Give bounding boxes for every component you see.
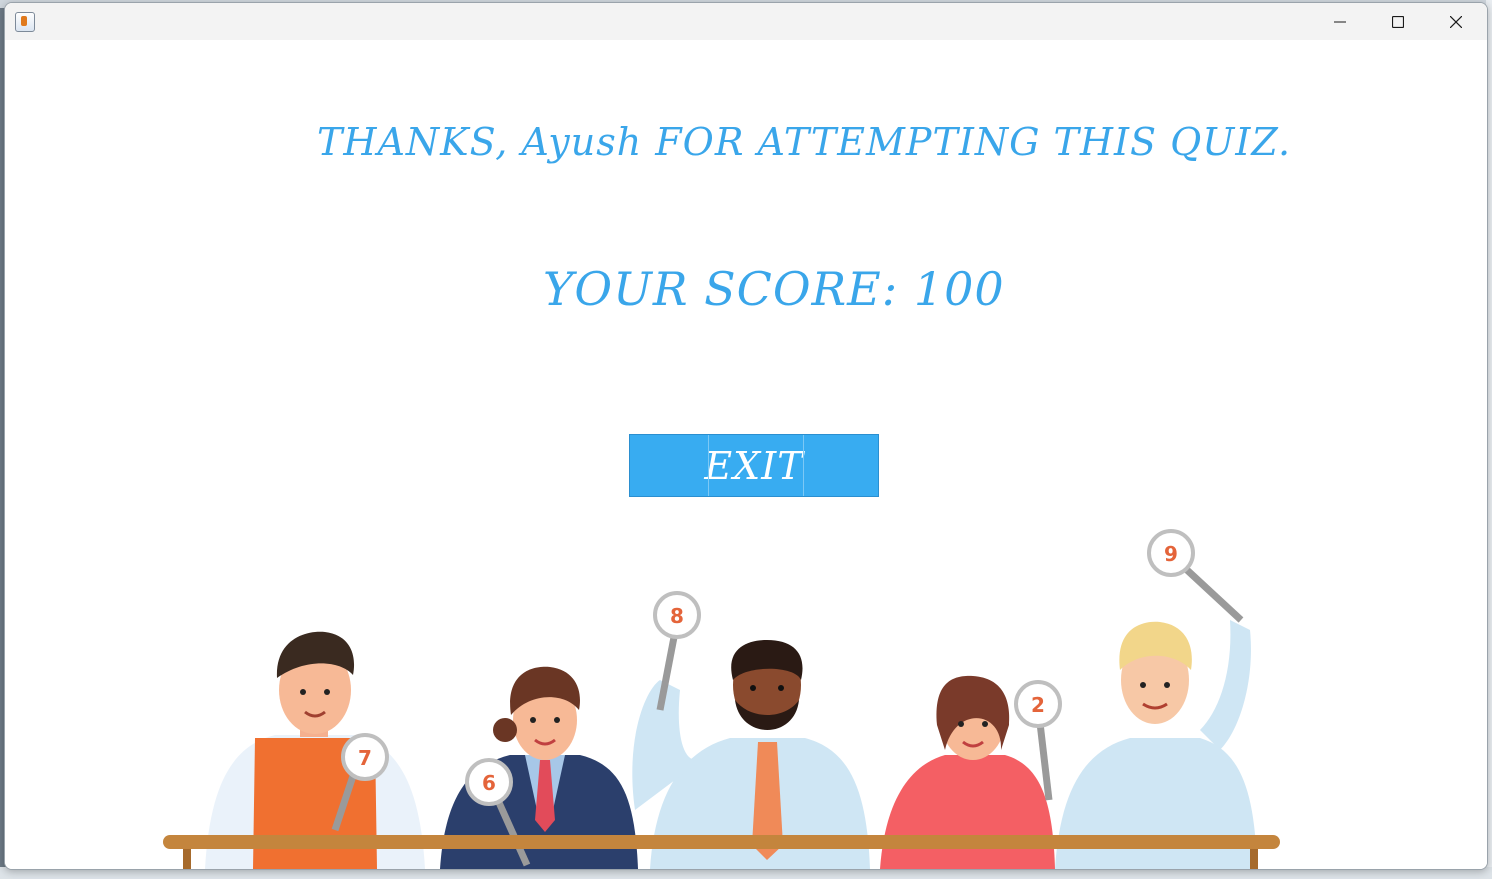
paddle-number: 8	[670, 604, 684, 628]
result-panel: THANKS, Ayush FOR ATTEMPTING THIS QUIZ. …	[5, 40, 1487, 869]
java-app-icon	[15, 12, 35, 32]
minimize-button[interactable]	[1311, 3, 1369, 40]
thanks-message: THANKS, Ayush FOR ATTEMPTING THIS QUIZ.	[317, 120, 1292, 164]
quiz-result-window: THANKS, Ayush FOR ATTEMPTING THIS QUIZ. …	[4, 2, 1488, 870]
close-button[interactable]	[1427, 3, 1485, 40]
maximize-button[interactable]	[1369, 3, 1427, 40]
paddle-number: 2	[1031, 693, 1045, 717]
title-bar[interactable]	[5, 3, 1487, 40]
paddle-number: 9	[1164, 542, 1178, 566]
score-paddle-9: 9	[1147, 529, 1244, 623]
score-label: YOUR SCORE: 100	[543, 262, 1005, 316]
close-icon	[1450, 15, 1462, 28]
paddle-number: 7	[358, 746, 372, 770]
judge-figure-5	[1055, 620, 1257, 869]
paddle-number: 6	[482, 771, 496, 795]
judges-illustration: 7 6 8 2 9	[155, 480, 1285, 869]
judge-figure-1	[205, 631, 425, 869]
maximize-icon	[1392, 15, 1404, 28]
minimize-icon	[1334, 21, 1346, 22]
